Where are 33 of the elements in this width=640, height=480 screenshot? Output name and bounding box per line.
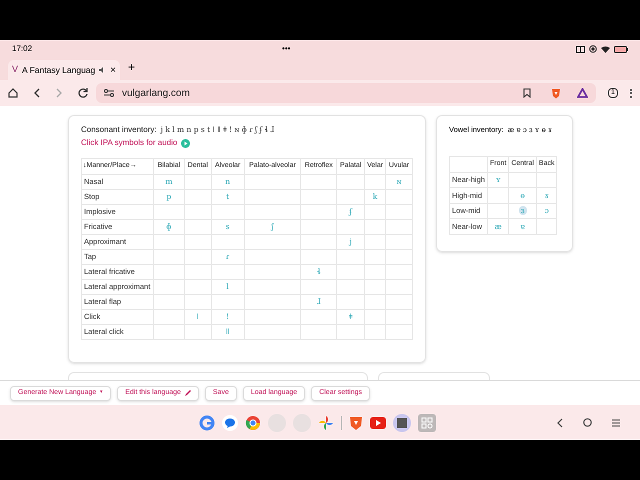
battery-icon: [614, 46, 628, 52]
bookmark-icon[interactable]: [523, 88, 531, 98]
lion-shield-icon[interactable]: [551, 88, 561, 98]
site-settings-icon[interactable]: [104, 89, 114, 97]
close-tab-button[interactable]: ×: [110, 62, 116, 78]
back-icon[interactable]: [557, 418, 563, 428]
pinwheel-icon[interactable]: [318, 414, 334, 430]
site-favicon: V: [12, 63, 18, 76]
reload-icon[interactable]: [78, 88, 88, 98]
tab-title: A Fantasy Languag: [22, 64, 96, 76]
letter-g-icon[interactable]: [199, 414, 215, 430]
browser-tab[interactable]: V A Fantasy Languag ×: [8, 60, 120, 80]
new-tab-button[interactable]: +: [128, 58, 136, 76]
split-screen-icon: [576, 46, 585, 52]
address-field[interactable]: vulgarlang.com: [96, 83, 596, 103]
home-icon[interactable]: [8, 88, 18, 98]
grid-app-icon[interactable]: [393, 414, 411, 432]
record-icon: [589, 45, 597, 53]
menu-icon[interactable]: [612, 418, 620, 426]
audio-hint: Click IPA symbols for audio: [81, 137, 178, 149]
wifi-icon: [601, 46, 610, 52]
url-text: vulgarlang.com: [122, 86, 190, 100]
pencil-icon: [184, 390, 191, 396]
chat-bubble-icon[interactable]: [222, 414, 238, 430]
menu-dots[interactable]: •••: [282, 43, 290, 55]
home-circle-icon[interactable]: [583, 418, 592, 427]
clock-time: 17:02: [12, 43, 32, 55]
consonant-label: Consonant inventory:: [81, 124, 157, 136]
triangle-icon[interactable]: [577, 88, 588, 98]
back-icon[interactable]: [34, 88, 40, 98]
browser-icon[interactable]: [245, 414, 261, 430]
lion-shield-icon[interactable]: [349, 414, 363, 430]
video-play-icon[interactable]: [370, 416, 386, 428]
